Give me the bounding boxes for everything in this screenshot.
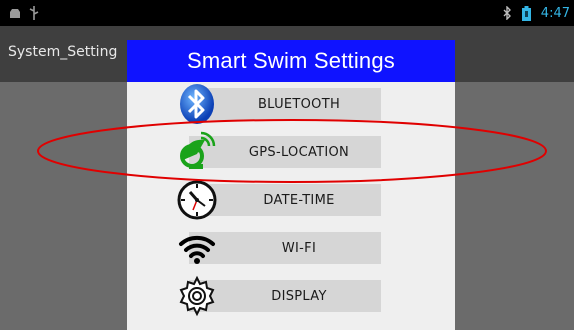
status-right-icons: 4:47 xyxy=(502,4,570,22)
display-button[interactable]: DISPLAY xyxy=(179,275,381,317)
clock-icon xyxy=(177,180,217,220)
android-debug-icon xyxy=(10,9,20,18)
settings-dialog: Smart Swim Settings BLUETOOTH GPS-LOCATI… xyxy=(127,40,455,330)
display-label: DISPLAY xyxy=(271,288,327,304)
app-title: System_Setting xyxy=(8,44,118,60)
battery-icon xyxy=(521,5,531,21)
wifi-label: WI-FI xyxy=(281,240,317,256)
gps-location-button[interactable]: GPS-LOCATION xyxy=(180,131,381,169)
bluetooth-button[interactable]: BLUETOOTH xyxy=(180,84,381,124)
gps-location-label: GPS-LOCATION xyxy=(248,144,350,160)
status-bar: 4:47 xyxy=(0,0,574,26)
gps-satellite-icon xyxy=(180,131,216,169)
bluetooth-icon xyxy=(180,84,214,124)
bluetooth-status-icon xyxy=(503,6,511,20)
dialog-title: Smart Swim Settings xyxy=(127,40,455,82)
gear-icon xyxy=(179,275,215,317)
bluetooth-label: BLUETOOTH xyxy=(257,96,341,112)
date-time-label: DATE-TIME xyxy=(263,192,335,208)
usb-icon xyxy=(29,6,39,20)
status-time: 4:47 xyxy=(540,5,570,21)
date-time-button[interactable]: DATE-TIME xyxy=(177,180,381,220)
status-left-icons xyxy=(8,5,40,21)
wifi-button[interactable]: WI-FI xyxy=(179,232,381,264)
wifi-icon xyxy=(179,235,215,264)
